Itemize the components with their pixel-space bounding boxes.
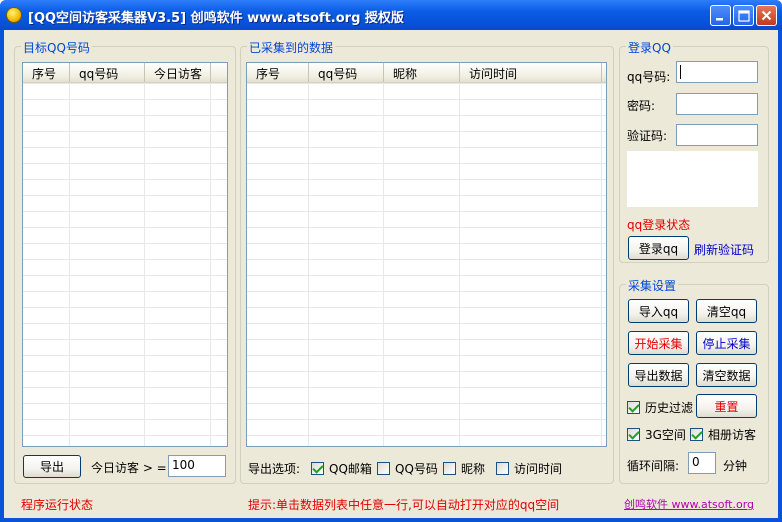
captcha-image[interactable] xyxy=(627,151,758,207)
client-area: 目标QQ号码 序号 qq号码 今日访客 导出 今日访客 > = 100 已采集到… xyxy=(4,30,778,518)
export-options-label: 导出选项: xyxy=(248,462,301,476)
password-input[interactable] xyxy=(676,93,758,115)
close-button[interactable] xyxy=(756,5,777,26)
clear-qq-button[interactable]: 清空qq xyxy=(696,299,757,323)
website-link[interactable]: 创鸣软件 www.atsoft.org xyxy=(624,496,754,512)
refresh-captcha-link[interactable]: 刷新验证码 xyxy=(694,241,754,258)
login-group-title: 登录QQ xyxy=(626,39,673,56)
app-window: [QQ空间访客采集器V3.5] 创鸣软件 www.atsoft.org 授权版 … xyxy=(0,0,782,522)
close-icon xyxy=(761,10,772,21)
export-qq-email-checkbox[interactable]: QQ邮箱 xyxy=(311,460,372,477)
minimize-icon xyxy=(716,18,723,21)
hint-text: 提示:单击数据列表中任意一行,可以自动打开对应的qq空间 xyxy=(248,498,560,512)
export-qq-number-label: QQ号码 xyxy=(395,462,438,476)
program-status-text: 程序运行状态 xyxy=(21,498,94,512)
password-label: 密码: xyxy=(627,99,656,113)
target-qq-list-body[interactable] xyxy=(23,83,227,446)
column-header-nickname[interactable]: 昵称 xyxy=(384,63,460,82)
captcha-label: 验证码: xyxy=(627,129,668,143)
checkbox-checked-icon xyxy=(311,462,324,475)
column-header-qq[interactable]: qq号码 xyxy=(70,63,145,82)
3g-space-checkbox[interactable]: 3G空间 xyxy=(627,426,686,443)
today-visitor-label: 今日访客 > = xyxy=(91,461,167,475)
album-visitor-checkbox[interactable]: 相册访客 xyxy=(690,426,756,443)
history-filter-label: 历史过滤 xyxy=(645,401,694,415)
3g-space-label: 3G空间 xyxy=(645,428,686,442)
collect-settings-group-title: 采集设置 xyxy=(626,277,679,294)
start-collect-button[interactable]: 开始采集 xyxy=(628,331,689,355)
checkbox-checked-icon xyxy=(627,401,640,414)
target-qq-group-title: 目标QQ号码 xyxy=(21,39,92,56)
collected-data-list-header: 序号 qq号码 昵称 访问时间 xyxy=(247,63,606,83)
export-visit-time-checkbox[interactable]: 访问时间 xyxy=(496,460,562,477)
app-icon xyxy=(6,7,22,23)
maximize-icon xyxy=(737,9,750,22)
login-status-text: qq登录状态 xyxy=(627,218,691,232)
loop-interval-unit: 分钟 xyxy=(723,459,748,473)
loop-interval-label: 循环间隔: xyxy=(627,459,680,473)
column-header-visit-time[interactable]: 访问时间 xyxy=(460,63,602,82)
reset-button[interactable]: 重置 xyxy=(696,394,757,418)
checkbox-checked-icon xyxy=(627,428,640,441)
qq-number-label: qq号码: xyxy=(627,70,671,84)
export-nickname-label: 昵称 xyxy=(461,462,486,476)
today-visitor-input[interactable]: 100 xyxy=(168,455,226,477)
collected-data-group-title: 已采集到的数据 xyxy=(247,39,336,56)
column-header-today-visitors[interactable]: 今日访客 xyxy=(145,63,211,82)
export-data-button[interactable]: 导出数据 xyxy=(628,363,689,387)
album-visitor-label: 相册访客 xyxy=(708,428,757,442)
checkbox-unchecked-icon xyxy=(377,462,390,475)
qq-number-input[interactable] xyxy=(676,61,758,83)
target-qq-list[interactable]: 序号 qq号码 今日访客 xyxy=(22,62,228,447)
captcha-input[interactable] xyxy=(676,124,758,146)
loop-interval-input[interactable]: 0 xyxy=(688,452,716,474)
column-header-qq[interactable]: qq号码 xyxy=(309,63,384,82)
window-title: [QQ空间访客采集器V3.5] 创鸣软件 www.atsoft.org 授权版 xyxy=(28,11,404,26)
checkbox-unchecked-icon xyxy=(443,462,456,475)
column-header-index[interactable]: 序号 xyxy=(247,63,309,82)
export-targets-button[interactable]: 导出 xyxy=(23,455,81,478)
history-filter-checkbox[interactable]: 历史过滤 xyxy=(627,399,693,416)
export-qq-number-checkbox[interactable]: QQ号码 xyxy=(377,460,438,477)
checkbox-checked-icon xyxy=(690,428,703,441)
collected-data-list-body[interactable] xyxy=(247,83,606,446)
title-bar[interactable]: [QQ空间访客采集器V3.5] 创鸣软件 www.atsoft.org 授权版 xyxy=(0,0,782,30)
login-button[interactable]: 登录qq xyxy=(628,236,689,260)
column-header-index[interactable]: 序号 xyxy=(23,63,70,82)
minimize-button[interactable] xyxy=(710,5,731,26)
export-nickname-checkbox[interactable]: 昵称 xyxy=(443,460,485,477)
export-visit-time-label: 访问时间 xyxy=(514,462,563,476)
stop-collect-button[interactable]: 停止采集 xyxy=(696,331,757,355)
clear-data-button[interactable]: 清空数据 xyxy=(696,363,757,387)
maximize-button[interactable] xyxy=(733,5,754,26)
checkbox-unchecked-icon xyxy=(496,462,509,475)
import-qq-button[interactable]: 导入qq xyxy=(628,299,689,323)
target-qq-list-header: 序号 qq号码 今日访客 xyxy=(23,63,227,83)
export-qq-email-label: QQ邮箱 xyxy=(329,462,372,476)
collected-data-list[interactable]: 序号 qq号码 昵称 访问时间 xyxy=(246,62,607,447)
